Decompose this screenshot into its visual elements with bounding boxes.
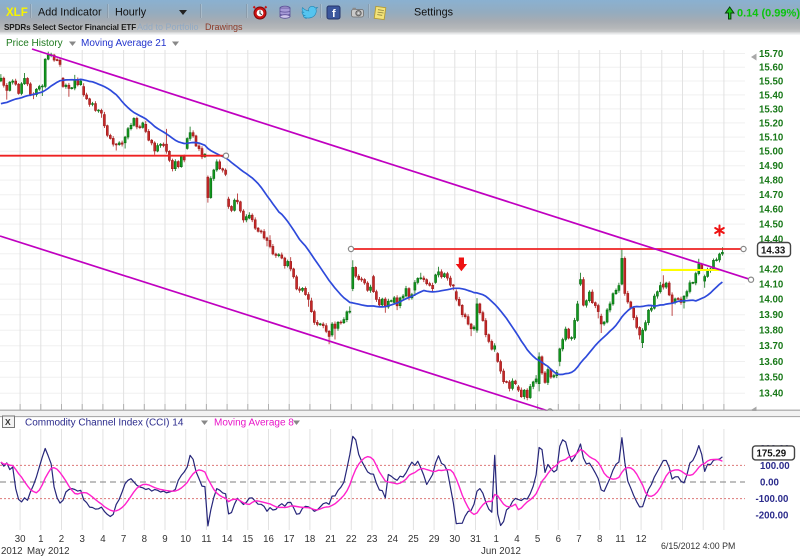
svg-text:Hourly: Hourly	[115, 7, 147, 19]
svg-text:25: 25	[408, 534, 419, 545]
svg-text:6: 6	[556, 534, 561, 545]
svg-text:12: 12	[636, 534, 647, 545]
svg-text:18: 18	[305, 534, 316, 545]
svg-text:13.50: 13.50	[759, 373, 783, 384]
svg-text:2: 2	[59, 534, 64, 545]
svg-text:15.70: 15.70	[759, 49, 783, 60]
svg-text:-200.00: -200.00	[756, 511, 789, 522]
svg-text:6/15/2012 4:00 PM: 6/15/2012 4:00 PM	[661, 541, 735, 551]
svg-text:Drawings: Drawings	[205, 22, 243, 32]
svg-text:15.50: 15.50	[759, 76, 783, 87]
svg-text:24: 24	[387, 534, 398, 545]
svg-text:15.30: 15.30	[759, 104, 783, 115]
svg-text:11: 11	[615, 534, 625, 545]
svg-text:15.10: 15.10	[759, 133, 783, 144]
svg-text:175.29: 175.29	[757, 449, 787, 460]
svg-text:14.80: 14.80	[759, 176, 783, 187]
svg-text:7: 7	[121, 534, 126, 545]
svg-text:14.70: 14.70	[759, 190, 783, 201]
svg-text:4: 4	[514, 534, 520, 545]
svg-text:14.50: 14.50	[759, 220, 783, 231]
svg-text:13.40: 13.40	[759, 389, 783, 400]
svg-text:15.40: 15.40	[759, 90, 783, 101]
svg-text:Moving Average 21: Moving Average 21	[81, 38, 167, 49]
svg-text:8: 8	[142, 534, 147, 545]
svg-text:14.00: 14.00	[759, 295, 783, 306]
svg-text:23: 23	[367, 534, 378, 545]
svg-text:8: 8	[597, 534, 602, 545]
svg-text:2012: 2012	[1, 546, 23, 557]
svg-text:16: 16	[263, 534, 274, 545]
svg-text:May 2012: May 2012	[27, 546, 70, 557]
svg-text:14.20: 14.20	[759, 264, 783, 275]
svg-text:13.80: 13.80	[759, 326, 783, 337]
svg-text:15: 15	[242, 534, 253, 545]
svg-text:14.33: 14.33	[761, 245, 786, 256]
svg-text:15.20: 15.20	[759, 118, 783, 129]
svg-text:7: 7	[576, 534, 581, 545]
svg-text:30: 30	[15, 534, 26, 545]
svg-text:X: X	[5, 417, 11, 427]
svg-text:29: 29	[429, 534, 440, 545]
svg-text:3: 3	[80, 534, 85, 545]
svg-text:14: 14	[222, 534, 233, 545]
svg-text:21: 21	[325, 534, 336, 545]
svg-text:13.60: 13.60	[759, 357, 783, 368]
svg-text:10: 10	[180, 534, 191, 545]
svg-text:0.00: 0.00	[760, 477, 779, 488]
svg-text:9: 9	[162, 534, 167, 545]
svg-text:4: 4	[100, 534, 106, 545]
svg-text:Add Indicator: Add Indicator	[38, 7, 102, 19]
svg-text:f: f	[332, 8, 336, 20]
svg-text:13.70: 13.70	[759, 341, 783, 352]
svg-text:Jun 2012: Jun 2012	[481, 546, 521, 557]
svg-text:14.60: 14.60	[759, 205, 783, 216]
svg-text:5: 5	[535, 534, 540, 545]
svg-text:30: 30	[449, 534, 460, 545]
svg-text:Add to Portfolio: Add to Portfolio	[137, 22, 199, 32]
svg-text:-100.00: -100.00	[756, 494, 789, 505]
svg-text:15.60: 15.60	[759, 63, 783, 74]
svg-text:1: 1	[494, 534, 499, 545]
svg-text:14.90: 14.90	[759, 161, 783, 172]
svg-text:15.00: 15.00	[759, 147, 783, 158]
svg-text:Moving Average 8: Moving Average 8	[214, 418, 294, 429]
svg-text:Commodity Channel Index (CCI): Commodity Channel Index (CCI) 14	[25, 418, 184, 429]
svg-text:1: 1	[38, 534, 43, 545]
svg-text:0.14 (0.99%): 0.14 (0.99%)	[737, 8, 800, 20]
svg-text:100.00: 100.00	[760, 461, 790, 472]
svg-text:Price History: Price History	[6, 38, 63, 49]
svg-text:11: 11	[201, 534, 211, 545]
svg-text:22: 22	[346, 534, 357, 545]
svg-text:17: 17	[284, 534, 295, 545]
svg-text:Settings: Settings	[414, 7, 454, 19]
svg-text:XLF: XLF	[6, 7, 28, 19]
svg-text:31: 31	[470, 534, 481, 545]
svg-text:14.10: 14.10	[759, 280, 783, 291]
svg-text:13.90: 13.90	[759, 310, 783, 321]
svg-text:SPDRs Select Sector Financial: SPDRs Select Sector Financial ETF	[4, 23, 136, 32]
